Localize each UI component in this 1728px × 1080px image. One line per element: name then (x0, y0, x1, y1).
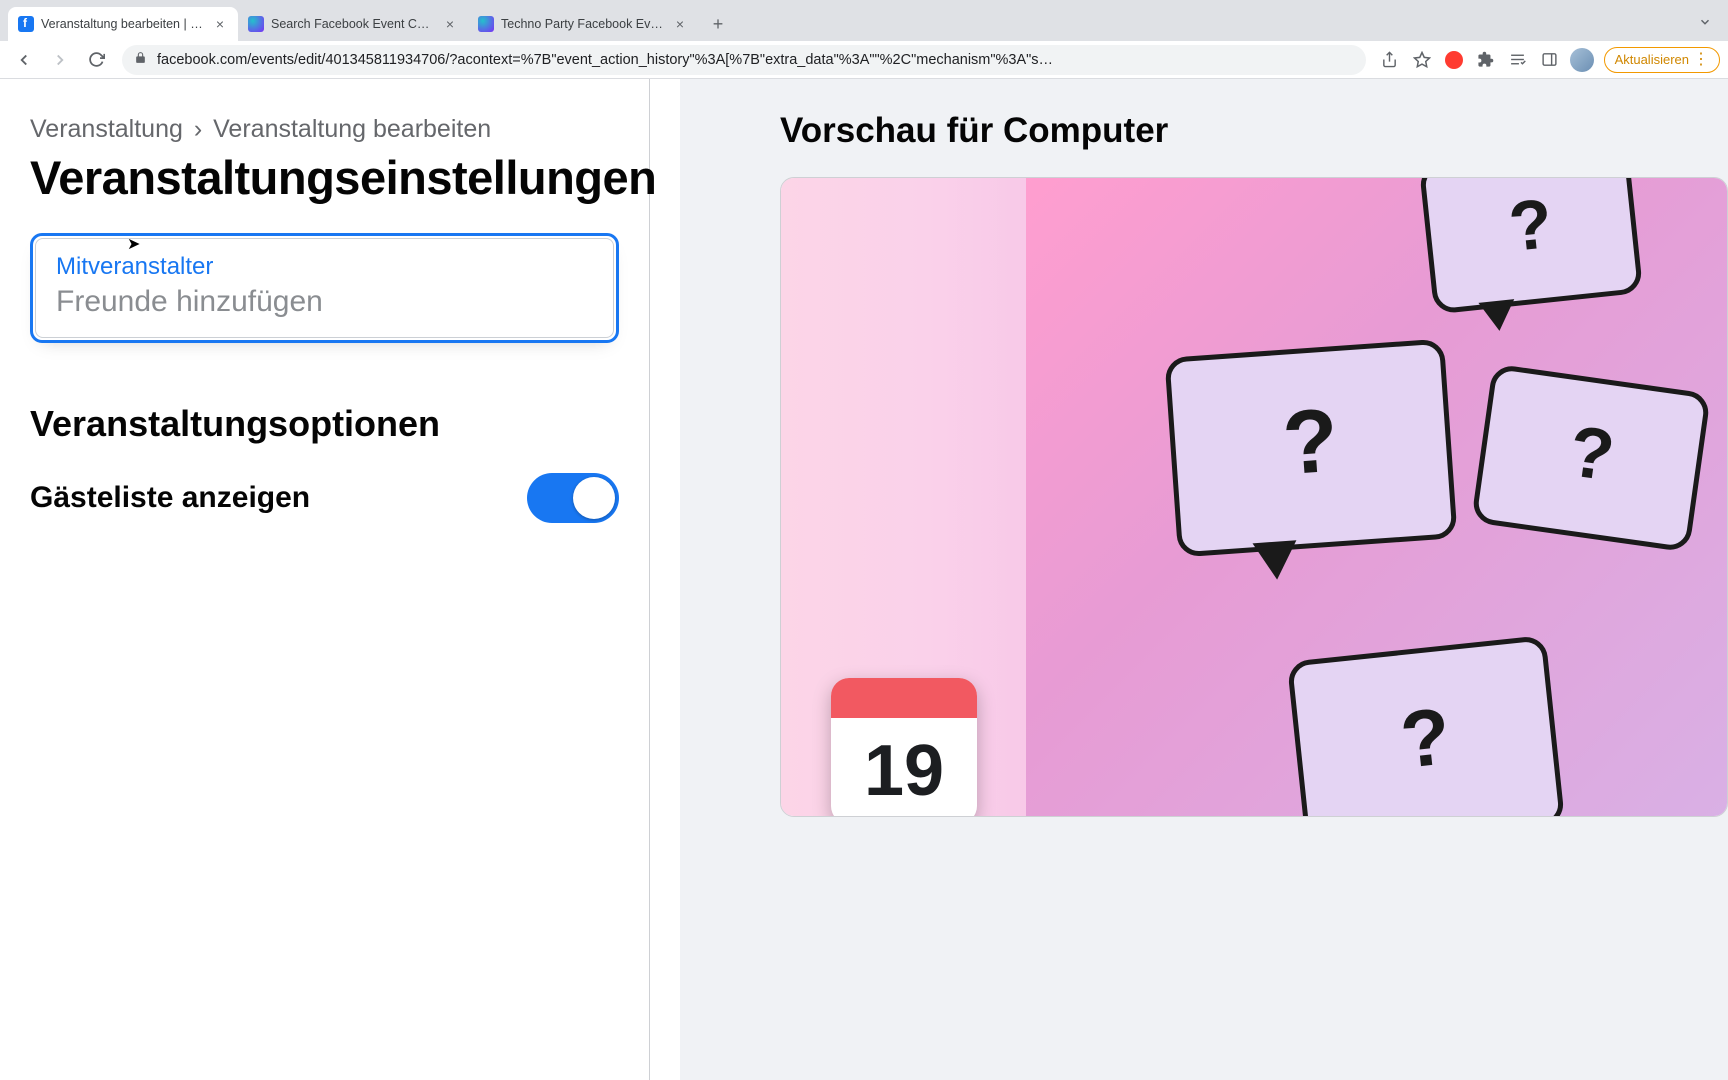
favicon-canva-icon (248, 16, 264, 32)
tab-title: Veranstaltung bearbeiten | Fac (41, 17, 205, 31)
breadcrumb-root[interactable]: Veranstaltung (30, 115, 183, 143)
url-text: facebook.com/events/edit/401345811934706… (157, 52, 1354, 68)
tabs-dropdown-icon[interactable] (1690, 7, 1720, 37)
cover-image: ? ? ? ? (1026, 178, 1727, 817)
preview-panel: Vorschau für Computer ? ? ? ? 19 (680, 79, 1728, 1080)
reload-button[interactable] (80, 44, 112, 76)
update-label: Aktualisieren (1615, 52, 1689, 67)
cohost-input[interactable] (56, 285, 593, 319)
forward-button[interactable] (44, 44, 76, 76)
tab-title: Techno Party Facebook Event (501, 17, 665, 31)
cohost-label: Mitveranstalter (56, 253, 593, 281)
new-tab-button[interactable]: + (704, 10, 732, 38)
page-body: ➤ Veranstaltung › Veranstaltung bearbeit… (0, 79, 1728, 1080)
close-icon[interactable]: × (212, 16, 228, 32)
favicon-facebook-icon (18, 16, 34, 32)
bookmark-star-icon[interactable] (1408, 46, 1436, 74)
browser-tab[interactable]: Search Facebook Event Cover × (238, 7, 468, 41)
reading-list-icon[interactable] (1504, 46, 1532, 74)
update-button[interactable]: Aktualisieren ⋮ (1604, 47, 1720, 73)
breadcrumb-current: Veranstaltung bearbeiten (213, 115, 491, 143)
close-icon[interactable]: × (672, 16, 688, 32)
extension-adblock-icon[interactable] (1440, 46, 1468, 74)
back-button[interactable] (8, 44, 40, 76)
preview-title: Vorschau für Computer (780, 111, 1728, 151)
settings-panel: ➤ Veranstaltung › Veranstaltung bearbeit… (0, 79, 650, 1080)
share-icon[interactable] (1376, 46, 1404, 74)
guestlist-label: Gästeliste anzeigen (30, 481, 310, 515)
lock-icon (134, 51, 147, 68)
menu-dots-icon: ⋮ (1693, 52, 1709, 68)
extensions-icon[interactable] (1472, 46, 1500, 74)
favicon-canva-icon (478, 16, 494, 32)
tab-strip: Veranstaltung bearbeiten | Fac × Search … (0, 0, 1728, 41)
chevron-right-icon: › (194, 115, 202, 143)
browser-tab[interactable]: Techno Party Facebook Event × (468, 7, 698, 41)
address-bar[interactable]: facebook.com/events/edit/401345811934706… (122, 45, 1366, 75)
close-icon[interactable]: × (442, 16, 458, 32)
options-heading: Veranstaltungsoptionen (30, 403, 619, 445)
browser-toolbar: facebook.com/events/edit/401345811934706… (0, 41, 1728, 79)
profile-avatar[interactable] (1568, 46, 1596, 74)
cohost-input-container[interactable]: Mitveranstalter (30, 233, 619, 343)
breadcrumb: Veranstaltung › Veranstaltung bearbeiten (30, 115, 619, 144)
browser-tab-active[interactable]: Veranstaltung bearbeiten | Fac × (8, 7, 238, 41)
calendar-day: 19 (831, 718, 977, 817)
calendar-icon: 19 (831, 678, 977, 817)
guestlist-option-row: Gästeliste anzeigen (30, 473, 619, 523)
tab-title: Search Facebook Event Cover (271, 17, 435, 31)
preview-card: ? ? ? ? 19 (780, 177, 1728, 817)
side-panel-icon[interactable] (1536, 46, 1564, 74)
toggle-knob (573, 477, 615, 519)
page-title: Veranstaltungseinstellungen (30, 150, 619, 205)
guestlist-toggle[interactable] (527, 473, 619, 523)
